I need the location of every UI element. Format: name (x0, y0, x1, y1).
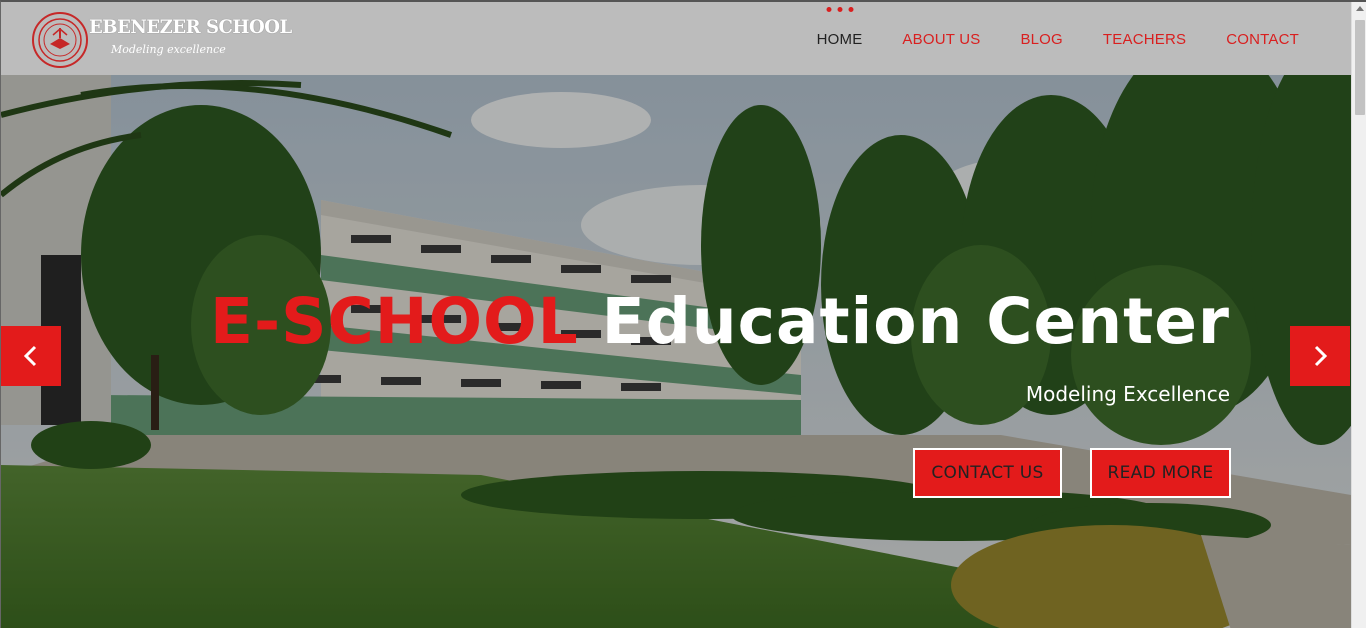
hero-title: E-SCHOOL Education Center (210, 284, 1230, 360)
slider-next-button[interactable] (1290, 326, 1350, 386)
hero-title-rest: Education Center (601, 285, 1230, 358)
nav-item-contact[interactable]: CONTACT (1226, 29, 1299, 48)
read-more-button[interactable]: READ MORE (1090, 448, 1231, 498)
nav-item-label: TEACHERS (1102, 31, 1187, 48)
nav-item-label: HOME (816, 31, 863, 48)
nav-item-home[interactable]: HOME (816, 7, 863, 48)
school-emblem-icon (32, 12, 88, 68)
contact-us-button[interactable]: CONTACT US (913, 448, 1062, 498)
slider-prev-button[interactable] (1, 326, 61, 386)
nav-item-about-us[interactable]: ABOUT US (902, 29, 980, 48)
site-header: EBENEZER SCHOOL Modeling excellence HOME… (1, 2, 1351, 75)
brand-name: EBENEZER SCHOOL (89, 16, 292, 38)
site-logo[interactable]: EBENEZER SCHOOL Modeling excellence (31, 10, 292, 70)
chevron-right-icon (1314, 345, 1328, 367)
nav-item-blog[interactable]: BLOG (1020, 29, 1062, 48)
browser-viewport: EBENEZER SCHOOL Modeling excellence HOME… (0, 0, 1366, 628)
hero-subtitle: Modeling Excellence (1025, 382, 1230, 406)
nav-item-label: CONTACT (1226, 31, 1299, 48)
nav-item-label: BLOG (1020, 31, 1063, 48)
nav-item-teachers[interactable]: TEACHERS (1103, 29, 1186, 48)
chevron-left-icon (23, 345, 37, 367)
nav-item-label: ABOUT US (902, 31, 981, 48)
page-scrollbar[interactable] (1351, 2, 1366, 628)
main-nav: HOME ABOUT US BLOG TEACHERS CONTACT (777, 2, 1299, 75)
scrollbar-thumb[interactable] (1355, 20, 1365, 115)
brand-tagline: Modeling excellence (111, 43, 226, 56)
hero-title-accent: E-SCHOOL (209, 285, 579, 358)
active-indicator-icon (826, 7, 854, 12)
scroll-up-arrow-icon[interactable] (1356, 6, 1364, 11)
